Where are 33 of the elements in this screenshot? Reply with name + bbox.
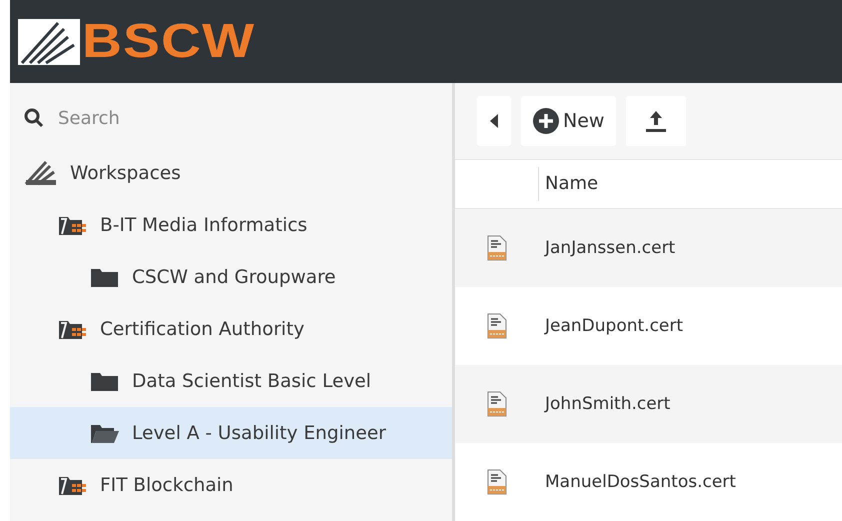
certificate-file-icon [487,469,507,495]
logo-text: BSCW [82,14,256,69]
caret-icon [489,113,499,129]
folder-icon [90,370,120,392]
upload-button[interactable] [626,96,686,146]
file-name[interactable]: JanJanssen.cert [545,238,676,258]
open-folder-icon [90,422,120,444]
file-name[interactable]: JohnSmith.cert [545,394,670,414]
workspace-folder-icon [58,474,88,496]
tree-item[interactable]: FIT Blockchain [100,474,234,496]
column-header[interactable]: Name [538,167,598,201]
plus-icon [533,108,559,134]
workspace-folder-icon [58,214,88,236]
new-button[interactable]: New [521,96,616,146]
upload-icon [644,109,668,133]
logo-icon [18,18,80,64]
search-field[interactable]: Search [56,106,360,130]
tree-item[interactable]: Workspaces [70,162,181,184]
back-button[interactable] [477,96,511,146]
file-name[interactable]: JeanDupont.cert [545,316,684,336]
tree-item[interactable]: Data Scientist Basic Level [132,370,372,392]
tree-item[interactable]: Certification Authority [100,318,304,340]
folder-icon [90,266,120,288]
certificate-file-icon [487,235,507,261]
tree-item[interactable]: B-IT Media Informatics [100,214,308,236]
tree-item[interactable]: CSCW and Groupware [132,266,336,288]
file-name[interactable]: ManuelDosSantos.cert [545,472,736,492]
workspace-folder-icon [58,318,88,340]
workspaces-icon [24,160,58,186]
tree-item[interactable]: Level A - Usability Engineer [10,407,452,459]
certificate-file-icon [487,391,507,417]
certificate-file-icon [487,313,507,339]
search-icon [24,108,44,128]
